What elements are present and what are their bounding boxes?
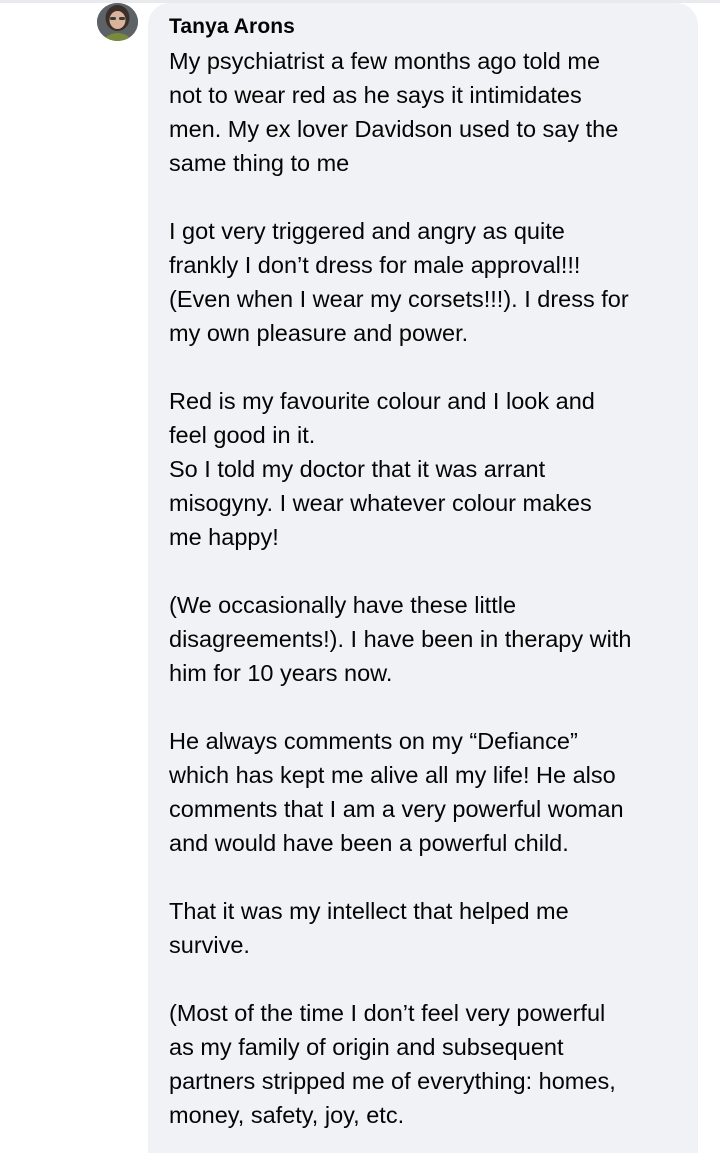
comment-paragraph: He always comments on my “Defiance” whic… [169, 728, 624, 856]
avatar-photo-icon [97, 3, 138, 41]
comment-paragraph: I got very triggered and angry as quite … [169, 218, 629, 346]
comment-paragraph: My psychiatrist a few months ago told me… [169, 48, 619, 176]
comment-body: My psychiatrist a few months ago told me… [169, 44, 678, 1132]
comment-thread: Tanya Arons My psychiatrist a few months… [0, 0, 720, 1153]
comment-paragraph: (We occasionally have these little disag… [169, 592, 632, 686]
comment-paragraph: Red is my favourite colour and I look an… [169, 388, 595, 550]
comment-author-name[interactable]: Tanya Arons [169, 14, 678, 40]
comment-paragraph: That it was my intellect that helped me … [169, 898, 569, 958]
user-avatar[interactable] [97, 3, 138, 41]
comment-paragraph: (Most of the time I don’t feel very powe… [169, 1000, 616, 1128]
comment-bubble: Tanya Arons My psychiatrist a few months… [148, 3, 698, 1153]
